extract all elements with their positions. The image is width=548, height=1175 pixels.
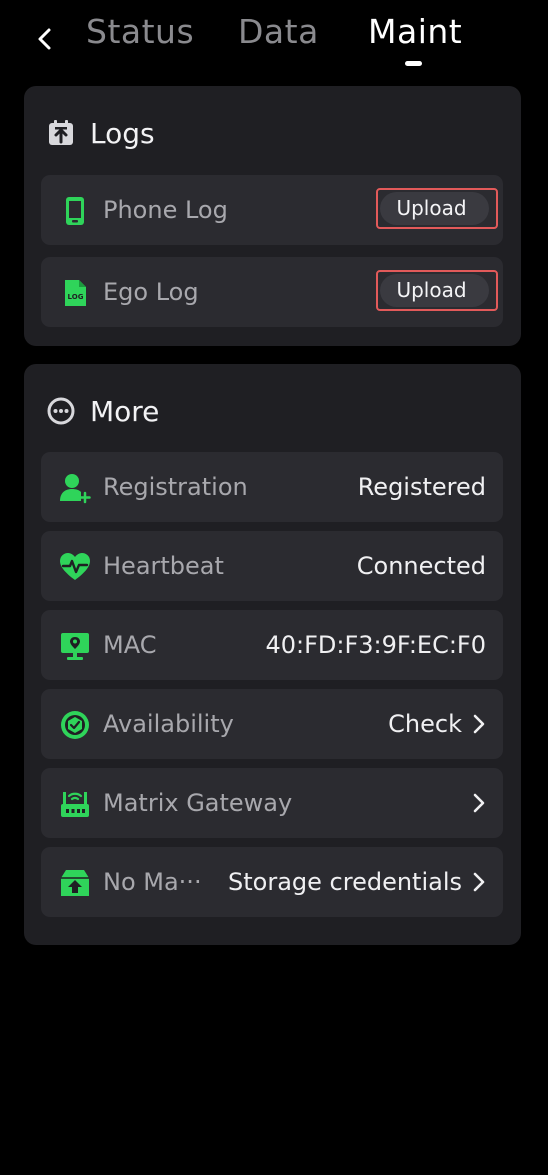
phone-log-label: Phone Log — [103, 196, 228, 224]
log-file-icon: LOG — [65, 280, 86, 306]
heartbeat-status-text: Connected — [356, 552, 486, 580]
phone-log-upload-button[interactable]: Upload — [380, 192, 489, 225]
logs-header: Logs — [46, 116, 155, 150]
mac-value: 40:FD:F3:9F:EC:F0 — [265, 610, 486, 680]
chevron-right-icon — [473, 714, 485, 734]
more-title: More — [90, 394, 160, 428]
heartbeat-icon — [60, 553, 90, 580]
availability-label: Availability — [103, 710, 234, 738]
registration-value: Registered — [358, 452, 486, 522]
user-add-icon — [60, 474, 91, 504]
upload-highlight: Upload — [376, 270, 498, 311]
monitor-icon — [61, 633, 89, 660]
storage-credentials-row[interactable]: No Ma··· Storage credentials — [41, 847, 503, 917]
mac-label: MAC — [103, 631, 157, 659]
tab-data[interactable]: Data — [238, 12, 319, 51]
matrix-gateway-value[interactable] — [462, 768, 486, 838]
registration-status-text: Registered — [357, 473, 486, 501]
storage-row-label: No Ma··· — [103, 868, 202, 896]
ego-log-label: Ego Log — [103, 278, 199, 306]
more-dots-icon — [47, 397, 75, 425]
tab-status[interactable]: Status — [86, 12, 194, 51]
ego-log-row: LOG Ego Log Upload — [41, 257, 503, 327]
registration-row: Registration Registered — [41, 452, 503, 522]
heartbeat-label: Heartbeat — [103, 552, 224, 580]
chevron-right-icon — [473, 872, 485, 892]
mac-address-text: 40:FD:F3:9F:EC:F0 — [265, 631, 486, 659]
tab-maint[interactable]: Maint — [368, 12, 462, 51]
matrix-gateway-row[interactable]: Matrix Gateway — [41, 768, 503, 838]
router-icon — [61, 792, 89, 817]
availability-icon — [61, 711, 89, 739]
log-upload-icon — [49, 120, 73, 145]
top-navigation: Status Data Maint — [0, 0, 548, 80]
storage-credentials-value[interactable]: Storage credentials — [228, 847, 486, 917]
phone-log-row: Phone Log Upload — [41, 175, 503, 245]
chevron-right-icon — [473, 793, 485, 813]
heartbeat-row: Heartbeat Connected — [41, 531, 503, 601]
logs-card: Logs Phone Log Upload LOG Ego Log Upload — [24, 86, 521, 346]
cloud-upload-icon — [61, 870, 89, 896]
heartbeat-value: Connected — [357, 531, 486, 601]
availability-row[interactable]: Availability Check — [41, 689, 503, 759]
phone-icon — [66, 197, 84, 225]
logs-title: Logs — [90, 116, 155, 150]
matrix-gateway-label: Matrix Gateway — [103, 789, 293, 817]
ego-log-upload-button[interactable]: Upload — [380, 274, 489, 307]
storage-credentials-text: Storage credentials — [228, 868, 462, 896]
active-tab-indicator — [405, 61, 422, 66]
registration-label: Registration — [103, 473, 248, 501]
availability-check-text: Check — [388, 710, 462, 738]
mac-row: MAC 40:FD:F3:9F:EC:F0 — [41, 610, 503, 680]
upload-highlight: Upload — [376, 188, 498, 229]
more-card: More Registration Registered Heartbeat C… — [24, 364, 521, 945]
svg-text:LOG: LOG — [68, 293, 84, 301]
more-header: More — [46, 394, 159, 428]
back-chevron-icon[interactable] — [34, 26, 56, 52]
availability-value[interactable]: Check — [388, 689, 486, 759]
